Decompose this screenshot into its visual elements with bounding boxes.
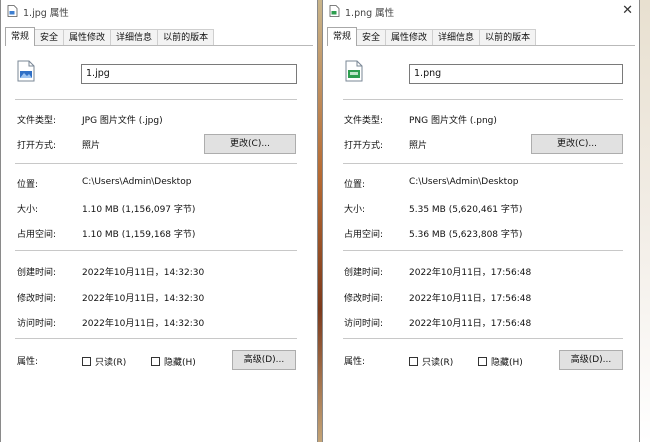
- accessed-value: 2022年10月11日，14:32:30: [82, 319, 205, 329]
- readonly-label[interactable]: 只读(R): [422, 355, 453, 368]
- image-file-icon: [7, 5, 18, 17]
- file-type-label: 文件类型:: [17, 116, 57, 126]
- tab-details[interactable]: 详细信息: [110, 29, 159, 46]
- size-label: 大小:: [344, 205, 366, 215]
- image-file-icon: [17, 60, 35, 82]
- accessed-label: 访问时间:: [344, 319, 384, 329]
- created-value: 2022年10月11日，17:56:48: [409, 268, 532, 278]
- window-title: 1.png 属性: [345, 8, 395, 19]
- general-panel: [327, 45, 635, 438]
- open-with-label: 打开方式:: [344, 141, 384, 151]
- modified-label: 修改时间:: [344, 294, 384, 304]
- attributes-label: 属性:: [344, 357, 366, 367]
- file-type-value: JPG 图片文件 (.jpg): [82, 116, 163, 126]
- size-value: 1.10 MB (1,156,097 字节): [82, 205, 196, 215]
- properties-dialog-jpg: 1.jpg 属性 常规 安全 属性修改 详细信息 以前的版本 1.jpg 文件类…: [0, 0, 318, 442]
- tab-previous-versions[interactable]: 以前的版本: [479, 29, 537, 46]
- hidden-checkbox[interactable]: [478, 357, 487, 366]
- modified-label: 修改时间:: [17, 294, 57, 304]
- location-label: 位置:: [17, 180, 39, 190]
- separator: [343, 338, 623, 339]
- tab-attribute-edit[interactable]: 属性修改: [63, 29, 112, 46]
- attributes-label: 属性:: [17, 357, 39, 367]
- image-file-icon: [329, 5, 340, 17]
- change-button[interactable]: 更改(C)...: [531, 134, 623, 154]
- title-bar[interactable]: 1.jpg 属性: [1, 0, 317, 22]
- advanced-button[interactable]: 高级(D)...: [559, 350, 623, 370]
- tab-attribute-edit[interactable]: 属性修改: [385, 29, 434, 46]
- advanced-button[interactable]: 高级(D)...: [232, 350, 296, 370]
- location-value: C:\Users\Admin\Desktop: [409, 177, 519, 187]
- window-title: 1.jpg 属性: [23, 8, 69, 19]
- hidden-label[interactable]: 隐藏(H): [164, 355, 196, 368]
- image-file-icon: [345, 60, 363, 82]
- tab-bar: 常规 安全 属性修改 详细信息 以前的版本: [327, 27, 537, 46]
- tab-security[interactable]: 安全: [34, 29, 65, 46]
- file-type-value: PNG 图片文件 (.png): [409, 116, 497, 126]
- close-icon[interactable]: ✕: [622, 3, 633, 18]
- location-value: C:\Users\Admin\Desktop: [82, 177, 192, 187]
- tab-security[interactable]: 安全: [356, 29, 387, 46]
- desktop-background-strip-right: [640, 0, 650, 442]
- hidden-label[interactable]: 隐藏(H): [491, 355, 523, 368]
- separator: [343, 163, 623, 164]
- filename-field[interactable]: 1.png: [409, 64, 623, 84]
- modified-value: 2022年10月11日，17:56:48: [409, 294, 532, 304]
- filename-field[interactable]: 1.jpg: [81, 64, 297, 84]
- separator: [15, 250, 297, 251]
- accessed-value: 2022年10月11日，17:56:48: [409, 319, 532, 329]
- hidden-checkbox[interactable]: [151, 357, 160, 366]
- open-with-value: 照片: [409, 141, 428, 151]
- separator: [15, 163, 297, 164]
- change-button[interactable]: 更改(C)...: [204, 134, 296, 154]
- separator: [343, 99, 623, 100]
- accessed-label: 访问时间:: [17, 319, 57, 329]
- separator: [15, 99, 297, 100]
- size-value: 5.35 MB (5,620,461 字节): [409, 205, 523, 215]
- tab-general[interactable]: 常规: [327, 27, 358, 46]
- modified-value: 2022年10月11日，14:32:30: [82, 294, 205, 304]
- general-panel: [5, 45, 313, 438]
- created-label: 创建时间:: [17, 268, 57, 278]
- separator: [343, 250, 623, 251]
- open-with-label: 打开方式:: [17, 141, 57, 151]
- tab-details[interactable]: 详细信息: [432, 29, 481, 46]
- readonly-checkbox[interactable]: [409, 357, 418, 366]
- readonly-label[interactable]: 只读(R): [95, 355, 126, 368]
- location-label: 位置:: [344, 180, 366, 190]
- size-on-disk-label: 占用空间:: [344, 230, 384, 240]
- size-label: 大小:: [17, 205, 39, 215]
- readonly-checkbox[interactable]: [82, 357, 91, 366]
- tab-general[interactable]: 常规: [5, 27, 36, 46]
- tab-bar: 常规 安全 属性修改 详细信息 以前的版本: [5, 27, 215, 46]
- properties-dialog-png: 1.png 属性 ✕ 常规 安全 属性修改 详细信息 以前的版本 1.png 文…: [322, 0, 640, 442]
- size-on-disk-value: 1.10 MB (1,159,168 字节): [82, 230, 196, 240]
- created-value: 2022年10月11日，14:32:30: [82, 268, 205, 278]
- file-type-label: 文件类型:: [344, 116, 384, 126]
- size-on-disk-label: 占用空间:: [17, 230, 57, 240]
- size-on-disk-value: 5.36 MB (5,623,808 字节): [409, 230, 523, 240]
- open-with-value: 照片: [82, 141, 101, 151]
- separator: [15, 338, 297, 339]
- title-bar[interactable]: 1.png 属性 ✕: [323, 0, 639, 22]
- created-label: 创建时间:: [344, 268, 384, 278]
- tab-previous-versions[interactable]: 以前的版本: [157, 29, 215, 46]
